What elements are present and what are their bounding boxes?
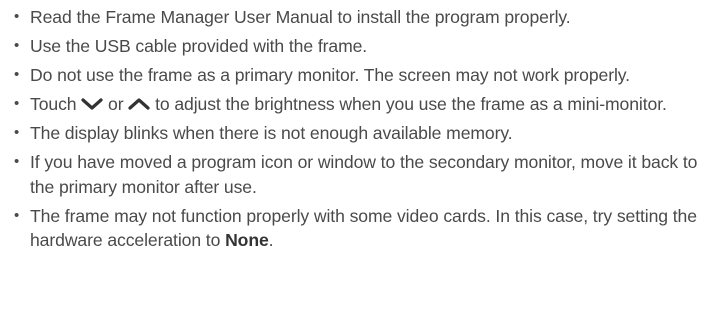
note-text: If you have moved a program icon or wind… bbox=[30, 152, 698, 197]
list-item: • The frame may not function properly wi… bbox=[14, 204, 707, 253]
note-text: Use the USB cable provided with the fram… bbox=[30, 36, 368, 56]
chevron-down-icon bbox=[81, 97, 103, 111]
note-text-before: Touch bbox=[30, 94, 82, 114]
bullet: • bbox=[14, 95, 20, 112]
note-text-middle: or bbox=[103, 94, 129, 114]
note-text-after: to adjust the brightness when you use th… bbox=[150, 94, 667, 114]
note-text-after: . bbox=[268, 230, 274, 250]
bullet: • bbox=[14, 37, 20, 54]
document-page: • Read the Frame Manager User Manual to … bbox=[0, 0, 717, 318]
notes-list: • Read the Frame Manager User Manual to … bbox=[14, 5, 707, 253]
list-item: • Use the USB cable provided with the fr… bbox=[14, 34, 707, 59]
chevron-up-icon bbox=[128, 97, 150, 111]
list-item: • The display blinks when there is not e… bbox=[14, 121, 707, 146]
bullet: • bbox=[14, 66, 20, 83]
list-item: • Do not use the frame as a primary moni… bbox=[14, 63, 707, 88]
note-text: Do not use the frame as a primary monito… bbox=[30, 65, 630, 85]
note-text: Read the Frame Manager User Manual to in… bbox=[30, 7, 571, 27]
list-item: • If you have moved a program icon or wi… bbox=[14, 150, 707, 199]
list-item: • Read the Frame Manager User Manual to … bbox=[14, 5, 707, 30]
list-item: • Touch or to adjust the brightness when… bbox=[14, 92, 707, 117]
note-text: The display blinks when there is not eno… bbox=[30, 123, 513, 143]
bullet: • bbox=[14, 206, 20, 224]
bullet: • bbox=[14, 153, 20, 170]
note-text-before: The frame may not function properly with… bbox=[30, 205, 697, 251]
setting-value-none: None bbox=[225, 230, 269, 250]
bullet: • bbox=[14, 124, 20, 141]
bullet: • bbox=[14, 8, 20, 25]
